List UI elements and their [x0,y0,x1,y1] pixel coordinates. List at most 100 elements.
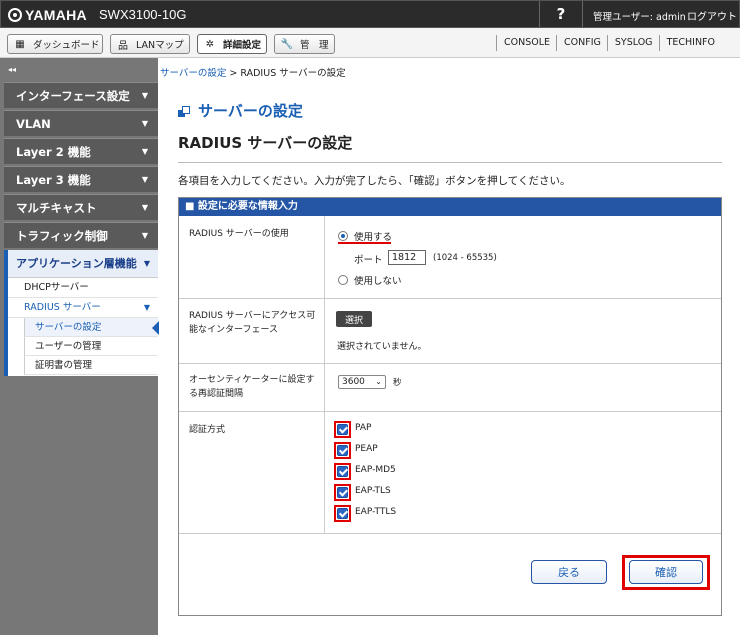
chevron-down-icon: ▼ [143,259,150,268]
checkbox-eap-ttls[interactable] [337,508,348,519]
row-reauth: オーセンティケーターに設定す る再認証間隔 3600 ⌄ 秒 [179,364,721,412]
section-title: サーバーの設定 [178,100,303,121]
auth-method-label: PAP [355,423,372,433]
confirm-button[interactable]: 確認 [629,560,703,584]
console-link[interactable]: CONSOLE [496,35,556,51]
sidebar-subsub-user-management[interactable]: ユーザーの管理 [24,337,158,356]
breadcrumb-current: RADIUS サーバーの設定 [240,68,346,79]
auth-method-label: EAP-MD5 [355,465,396,475]
sidebar-item-label: アプリケーション層機能 [16,257,137,270]
breadcrumb-link[interactable]: サーバーの設定 [160,68,226,79]
sidebar-item-label: Layer 3 機能 [16,172,91,187]
chevron-down-icon: ▼ [141,231,148,240]
sidebar-item-label: トラフィック制御 [16,228,108,243]
admin-user-label: 管理ユーザー: admin [593,12,686,23]
intro-text: 各項目を入力してください。入力が完了したら、「確認」ボタンを押してください。 [178,175,571,187]
sidebar-item-application: アプリケーション層機能 ▼ DHCPサーバー RADIUS サーバー ▼ サーバーの… [4,250,159,376]
reauth-label-line1: オーセンティケーターに設定す [189,375,315,385]
dashboard-label: ダッシュボード [33,40,100,51]
sidebar-item-traffic[interactable]: トラフィック制御 ▼ [4,222,158,248]
port-range-hint: (1024 - 65535) [433,253,497,263]
sidebar-subsub-certificate-management[interactable]: 証明書の管理 [24,356,158,375]
config-link[interactable]: CONFIG [556,35,607,51]
logout-link[interactable]: ログアウト [687,8,737,23]
sidebar-subsub-label: サーバーの設定 [35,322,102,333]
section-icon [178,105,190,117]
checkbox-eap-tls[interactable] [337,487,348,498]
auth-method-label: EAP-TTLS [355,507,397,517]
chevron-down-icon: ▼ [143,303,150,312]
reauth-interval-select[interactable]: 3600 ⌄ [338,375,386,389]
sidebar-item-label: インターフェース設定 [16,88,130,103]
wrench-icon: 🔧 [280,38,294,50]
utility-links: CONSOLE CONFIG SYSLOG TECHINFO [496,35,721,51]
sidebar-item-vlan[interactable]: VLAN ▼ [4,110,158,136]
sidebar-item-layer3[interactable]: Layer 3 機能 ▼ [4,166,158,192]
sidebar-item-label: Layer 2 機能 [16,144,91,159]
radius-use-label: RADIUS サーバーの使用 [189,229,289,239]
radio-use-off[interactable] [338,275,348,285]
port-label: ポート [354,255,383,266]
sidebar-sub-label: RADIUS サーバー [24,302,101,313]
reauth-interval-value: 3600 [342,377,365,387]
back-button[interactable]: 戻る [531,560,607,584]
techinfo-link[interactable]: TECHINFO [658,35,721,51]
management-label: 管 理 [300,40,329,51]
selected-indicator-icon [152,321,159,335]
yamaha-emblem-icon [8,8,22,22]
reauth-label-line2: る再認証間隔 [189,389,244,399]
checkbox-pap[interactable] [337,424,348,435]
sidebar: ◂◂ インターフェース設定 ▼ VLAN ▼ Layer 2 機能 ▼ Layer 3… [0,58,159,635]
section-title-text: サーバーの設定 [198,102,303,120]
syslog-link[interactable]: SYSLOG [606,35,659,51]
settings-panel: ■ 設定に必要な情報入力 RADIUS サーバーの使用 使用する ポート 181… [178,197,722,616]
auth-method-label: PEAP [355,444,378,454]
interface-label-line2: 能なインターフェース [189,325,279,335]
nav-bar: ▦ ダッシュボード 品 LANマップ ✲ 詳細設定 🔧 管 理 CONSOLE … [0,28,740,58]
sidebar-item-layer2[interactable]: Layer 2 機能 ▼ [4,138,158,164]
checkbox-peap[interactable] [337,445,348,456]
row-interface: RADIUS サーバーにアクセス可 能なインターフェース 選択 選択されていませ… [179,299,721,364]
sidebar-item-multicast[interactable]: マルチキャスト ▼ [4,194,158,220]
radio-use-off-label: 使用しない [354,276,402,287]
management-button[interactable]: 🔧 管 理 [274,34,335,54]
collapse-sidebar-icon[interactable]: ◂◂ [8,65,16,74]
lanmap-button[interactable]: 品 LANマップ [110,34,190,54]
sidebar-item-interface[interactable]: インターフェース設定 ▼ [4,82,158,108]
sidebar-subsub-server-settings[interactable]: サーバーの設定 [24,318,159,337]
yamaha-logo: YAMAHA [8,6,87,24]
page-title: RADIUS サーバーの設定 [178,134,353,152]
dashboard-icon: ▦ [15,38,25,50]
title-divider [178,162,722,163]
sidebar-item-label: マルチキャスト [16,200,97,215]
dashboard-button[interactable]: ▦ ダッシュボード [7,34,103,54]
interface-select-button[interactable]: 選択 [336,311,372,327]
device-model: SWX3100-10G [99,7,187,22]
chevron-down-icon: ▼ [141,203,148,212]
breadcrumb-separator: > [226,68,241,79]
sidebar-sub-dhcp[interactable]: DHCPサーバー [8,278,158,298]
gear-icon: ✲ [205,38,215,50]
detail-settings-label: 詳細設定 [223,40,262,51]
interface-label-line1: RADIUS サーバーにアクセス可 [189,311,316,321]
radio-use-on-label: 使用する [354,232,393,243]
breadcrumb: サーバーの設定 > RADIUS サーバーの設定 [160,65,346,79]
help-button[interactable]: ? [539,1,583,27]
application-menu-header[interactable]: アプリケーション層機能 ▼ [8,250,158,278]
sidebar-sub-radius[interactable]: RADIUS サーバー ▼ [8,298,158,318]
row-auth-methods: 認証方式 PAP PEAP EAP-MD5 EAP-TLS EAP-TTLS [179,412,721,534]
row-radius-use: RADIUS サーバーの使用 使用する ポート 1812 (1024 - 655… [179,216,721,299]
radio-use-on[interactable] [338,231,348,241]
reauth-unit: 秒 [393,378,402,388]
checkbox-eap-md5[interactable] [337,466,348,477]
lanmap-label: LANマップ [136,40,184,51]
auth-method-label: EAP-TLS [355,486,391,496]
chevron-down-icon: ▼ [141,119,148,128]
port-input[interactable]: 1812 [388,250,426,265]
sidebar-item-label: VLAN [16,116,51,131]
chevron-down-icon: ▼ [141,147,148,156]
panel-header: ■ 設定に必要な情報入力 [179,198,721,216]
detail-settings-button[interactable]: ✲ 詳細設定 [197,34,267,54]
chevron-down-icon: ⌄ [375,377,382,386]
top-bar: YAMAHA SWX3100-10G ? 管理ユーザー: admin ログアウト [0,0,740,28]
